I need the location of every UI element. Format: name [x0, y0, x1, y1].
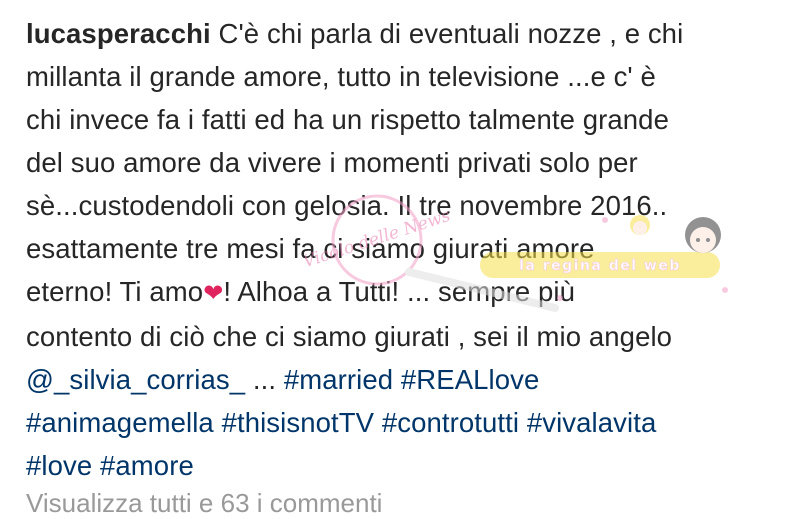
hashtag-amore[interactable]: #amore	[100, 450, 194, 481]
hashtag-married[interactable]: #married	[284, 364, 393, 395]
username-link[interactable]: lucasperacchi	[26, 18, 211, 49]
caption-line-10: #animagemella #thisisnotTV #controtutti …	[26, 401, 786, 444]
hashtag-controtutti[interactable]: #controtutti	[382, 407, 519, 438]
caption-line-3: chi invece fa i fatti ed ha un rispetto …	[26, 104, 669, 135]
caption-line-6: esattamente tre mesi fa ci siamo giurati…	[26, 233, 595, 264]
caption-line-1: lucasperacchi C'è chi parla di eventuali…	[26, 12, 786, 55]
heart-icon: ❤	[203, 279, 224, 307]
mention-link[interactable]: @_silvia_corrias_	[26, 364, 245, 395]
caption-line-9: @_silvia_corrias_ ... #married #REALlove	[26, 358, 786, 401]
caption-line-8: contento di ciò che ci siamo giurati , s…	[26, 321, 673, 352]
ellipsis: ...	[245, 364, 284, 395]
hashtag-vivalavita[interactable]: #vivalavita	[527, 407, 657, 438]
caption-line-11: #love #amore	[26, 444, 786, 487]
caption-text: eterno! Ti amo	[26, 276, 204, 307]
hashtag-thisisnottv[interactable]: #thisisnotTV	[222, 407, 375, 438]
caption-line-4: del suo amore da vivere i momenti privat…	[26, 147, 638, 178]
hashtag-animagemella[interactable]: #animagemella	[26, 407, 214, 438]
caption-line-5: sè...custodendoli con gelosia. Il tre no…	[26, 190, 668, 221]
view-all-comments-link[interactable]: Visualizza tutti e 63 i commenti	[26, 488, 382, 519]
hashtag-reallove[interactable]: #REALlove	[401, 364, 539, 395]
caption-text: C'è chi parla di eventuali nozze , e chi	[218, 18, 684, 49]
post-caption: lucasperacchi C'è chi parla di eventuali…	[26, 12, 786, 487]
hashtag-love[interactable]: #love	[26, 450, 92, 481]
caption-line-7: eterno! Ti amo❤! Alhoa a Tutti! ... semp…	[26, 270, 786, 315]
caption-text: ! Alhoa a Tutti! ... sempre più	[223, 276, 576, 307]
caption-line-2: millanta il grande amore, tutto in telev…	[26, 61, 656, 92]
